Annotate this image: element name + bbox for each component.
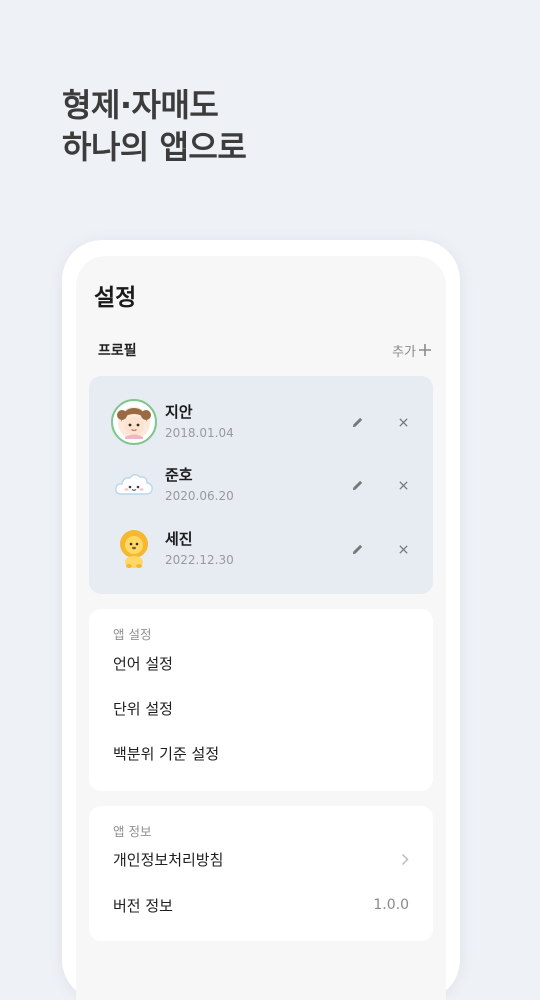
privacy-policy-item[interactable]: 개인정보처리방침 [113,846,409,872]
add-profile-label: 추가 [392,344,416,360]
language-setting-item[interactable]: 언어 설정 [113,650,409,676]
page-title: 설정 [94,285,137,311]
close-icon [398,417,408,427]
profile-birthdate: 2022.12.30 [165,553,234,567]
edit-profile-button[interactable] [345,410,369,434]
cloud-avatar-icon [115,474,153,495]
girl-avatar-icon [117,407,151,439]
profile-info: 준호 2020.06.20 [165,465,345,505]
version-value: 1.0.0 [373,897,409,913]
profile-name: 세진 [165,530,193,548]
girl-avatar [111,399,157,445]
app-settings-card: 앱 설정 언어 설정 단위 설정 백분위 기준 설정 [89,609,433,791]
close-icon [398,544,408,554]
edit-profile-button[interactable] [345,537,369,561]
delete-profile-button[interactable] [391,410,415,434]
profile-list: 지안 2018.01.04 준호 2020.06.20 세진 2022.12.3… [89,376,433,594]
percentile-setting-item[interactable]: 백분위 기준 설정 [113,740,409,766]
menu-item-label: 백분위 기준 설정 [113,744,220,763]
menu-item-label: 버전 정보 [113,896,173,915]
unit-setting-item[interactable]: 단위 설정 [113,695,409,721]
profile-section-label: 프로필 [98,343,137,359]
plus-icon [419,344,431,356]
profile-item[interactable]: 준호 2020.06.20 [111,460,415,510]
close-icon [398,480,408,490]
profile-name: 준호 [165,466,193,484]
headline: 형제·자매도 하나의 앱으로 [62,84,247,168]
edit-profile-button[interactable] [345,473,369,497]
profile-name: 지안 [165,403,193,421]
cloud-avatar [111,462,157,508]
profile-birthdate: 2020.06.20 [165,489,234,503]
profile-birthdate: 2018.01.04 [165,426,234,440]
menu-item-label: 언어 설정 [113,654,173,673]
headline-line-2: 하나의 앱으로 [62,128,247,166]
pencil-icon [352,544,362,554]
profile-item[interactable]: 세진 2022.12.30 [111,524,415,574]
lion-avatar-icon [120,530,148,568]
app-info-card: 앱 정보 개인정보처리방침 버전 정보 1.0.0 [89,806,433,941]
add-profile-button[interactable]: 추가 [392,341,432,360]
profile-section-header: 프로필 추가 [98,338,432,362]
settings-screen: 설정 프로필 추가 지안 2018.01.04 준호 2020.06.20 세진… [76,256,446,1000]
pencil-icon [352,480,362,490]
version-info-item: 버전 정보 1.0.0 [113,892,409,918]
delete-profile-button[interactable] [391,537,415,561]
app-settings-label: 앱 설정 [113,627,152,642]
profile-info: 세진 2022.12.30 [165,529,345,569]
app-info-label: 앱 정보 [113,824,152,839]
pencil-icon [352,417,362,427]
chevron-right-icon [402,853,409,865]
headline-line-1: 형제·자매도 [62,86,219,124]
lion-avatar [111,526,157,572]
profile-info: 지안 2018.01.04 [165,402,345,442]
menu-item-label: 개인정보처리방침 [113,850,224,869]
delete-profile-button[interactable] [391,473,415,497]
profile-item[interactable]: 지안 2018.01.04 [111,397,415,447]
menu-item-label: 단위 설정 [113,699,173,718]
phone-frame: 설정 프로필 추가 지안 2018.01.04 준호 2020.06.20 세진… [62,240,460,1000]
